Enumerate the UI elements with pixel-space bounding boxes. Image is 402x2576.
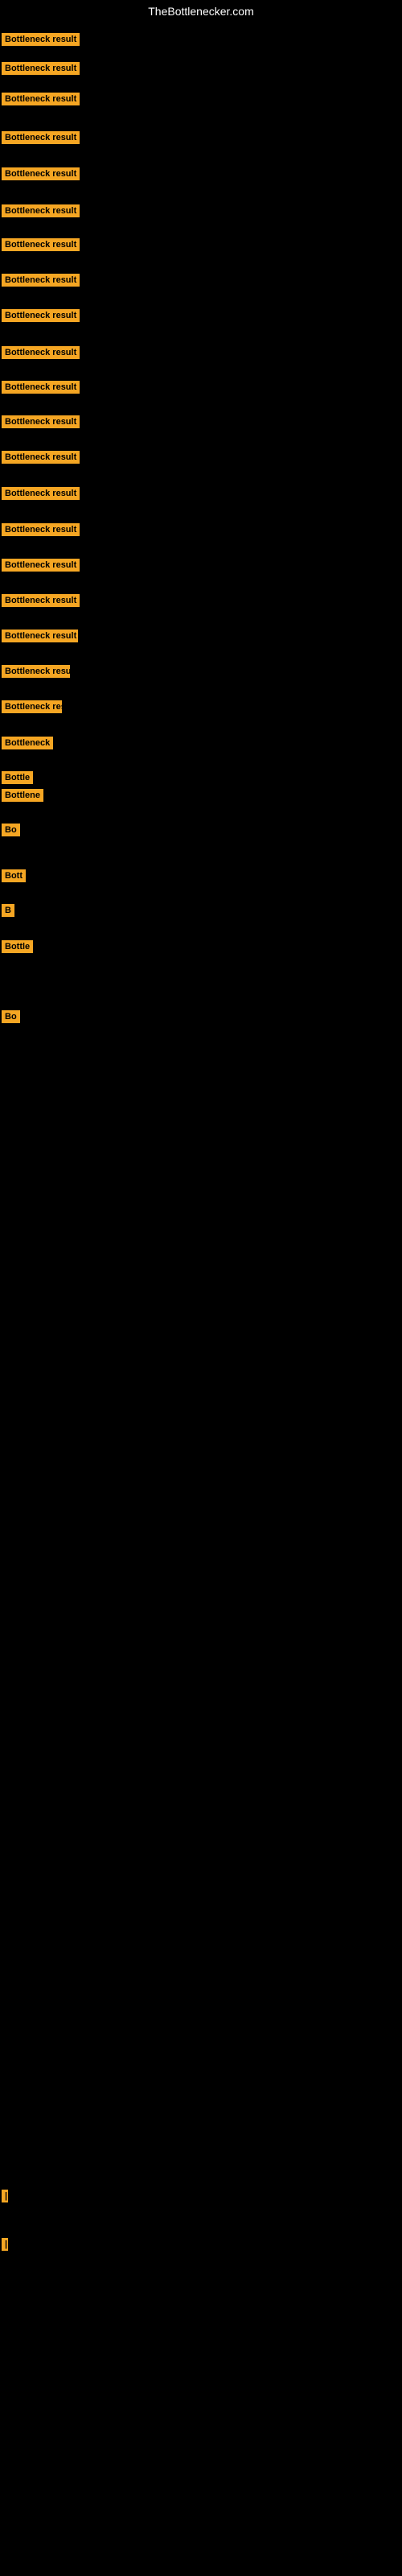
bottleneck-result-label: Bottleneck result xyxy=(2,523,80,536)
bottleneck-result-label: Bottleneck result xyxy=(2,204,80,217)
bottleneck-result-label: Bottleneck result xyxy=(2,594,80,607)
bottleneck-result-label: | xyxy=(2,2190,8,2202)
bottleneck-result-label: Bottleneck xyxy=(2,737,53,749)
bottleneck-result-label: Bottleneck result xyxy=(2,167,80,180)
bottleneck-result-label: Bo xyxy=(2,1010,20,1023)
bottleneck-result-label: Bottleneck result xyxy=(2,62,80,75)
bottleneck-result-label: Bottle xyxy=(2,940,33,953)
chart-area: TheBottlenecker.com Bottleneck result Bot… xyxy=(0,0,402,2576)
bottleneck-result-label: Bottleneck result xyxy=(2,487,80,500)
bottleneck-result-label: Bottleneck result xyxy=(2,274,80,287)
bottleneck-result-label: Bott xyxy=(2,869,26,882)
bottleneck-result-label: Bottleneck result xyxy=(2,346,80,359)
bottleneck-result-label: B xyxy=(2,904,14,917)
bottleneck-result-label: Bottleneck result xyxy=(2,309,80,322)
site-title: TheBottlenecker.com xyxy=(0,0,402,23)
bottleneck-result-label: Bottleneck result xyxy=(2,559,80,572)
bottleneck-result-label: Bottleneck result xyxy=(2,33,80,46)
bottleneck-result-label: Bottleneck result xyxy=(2,630,78,642)
bottleneck-result-label: | xyxy=(2,2238,8,2251)
bottleneck-result-label: Bottleneck result xyxy=(2,700,62,713)
bottleneck-result-label: Bottleneck result xyxy=(2,381,80,394)
bottleneck-result-label: Bottleneck result xyxy=(2,451,80,464)
bottleneck-result-label: Bottleneck result xyxy=(2,131,80,144)
bottleneck-result-label: Bottleneck result xyxy=(2,93,80,105)
bottleneck-result-label: Bottleneck result xyxy=(2,238,80,251)
bottleneck-result-label: Bottleneck result xyxy=(2,415,80,428)
bottleneck-result-label: Bottlene xyxy=(2,789,43,802)
bottleneck-result-label: Bottleneck result xyxy=(2,665,70,678)
bottleneck-result-label: Bottle xyxy=(2,771,33,784)
bottleneck-result-label: Bo xyxy=(2,824,20,836)
